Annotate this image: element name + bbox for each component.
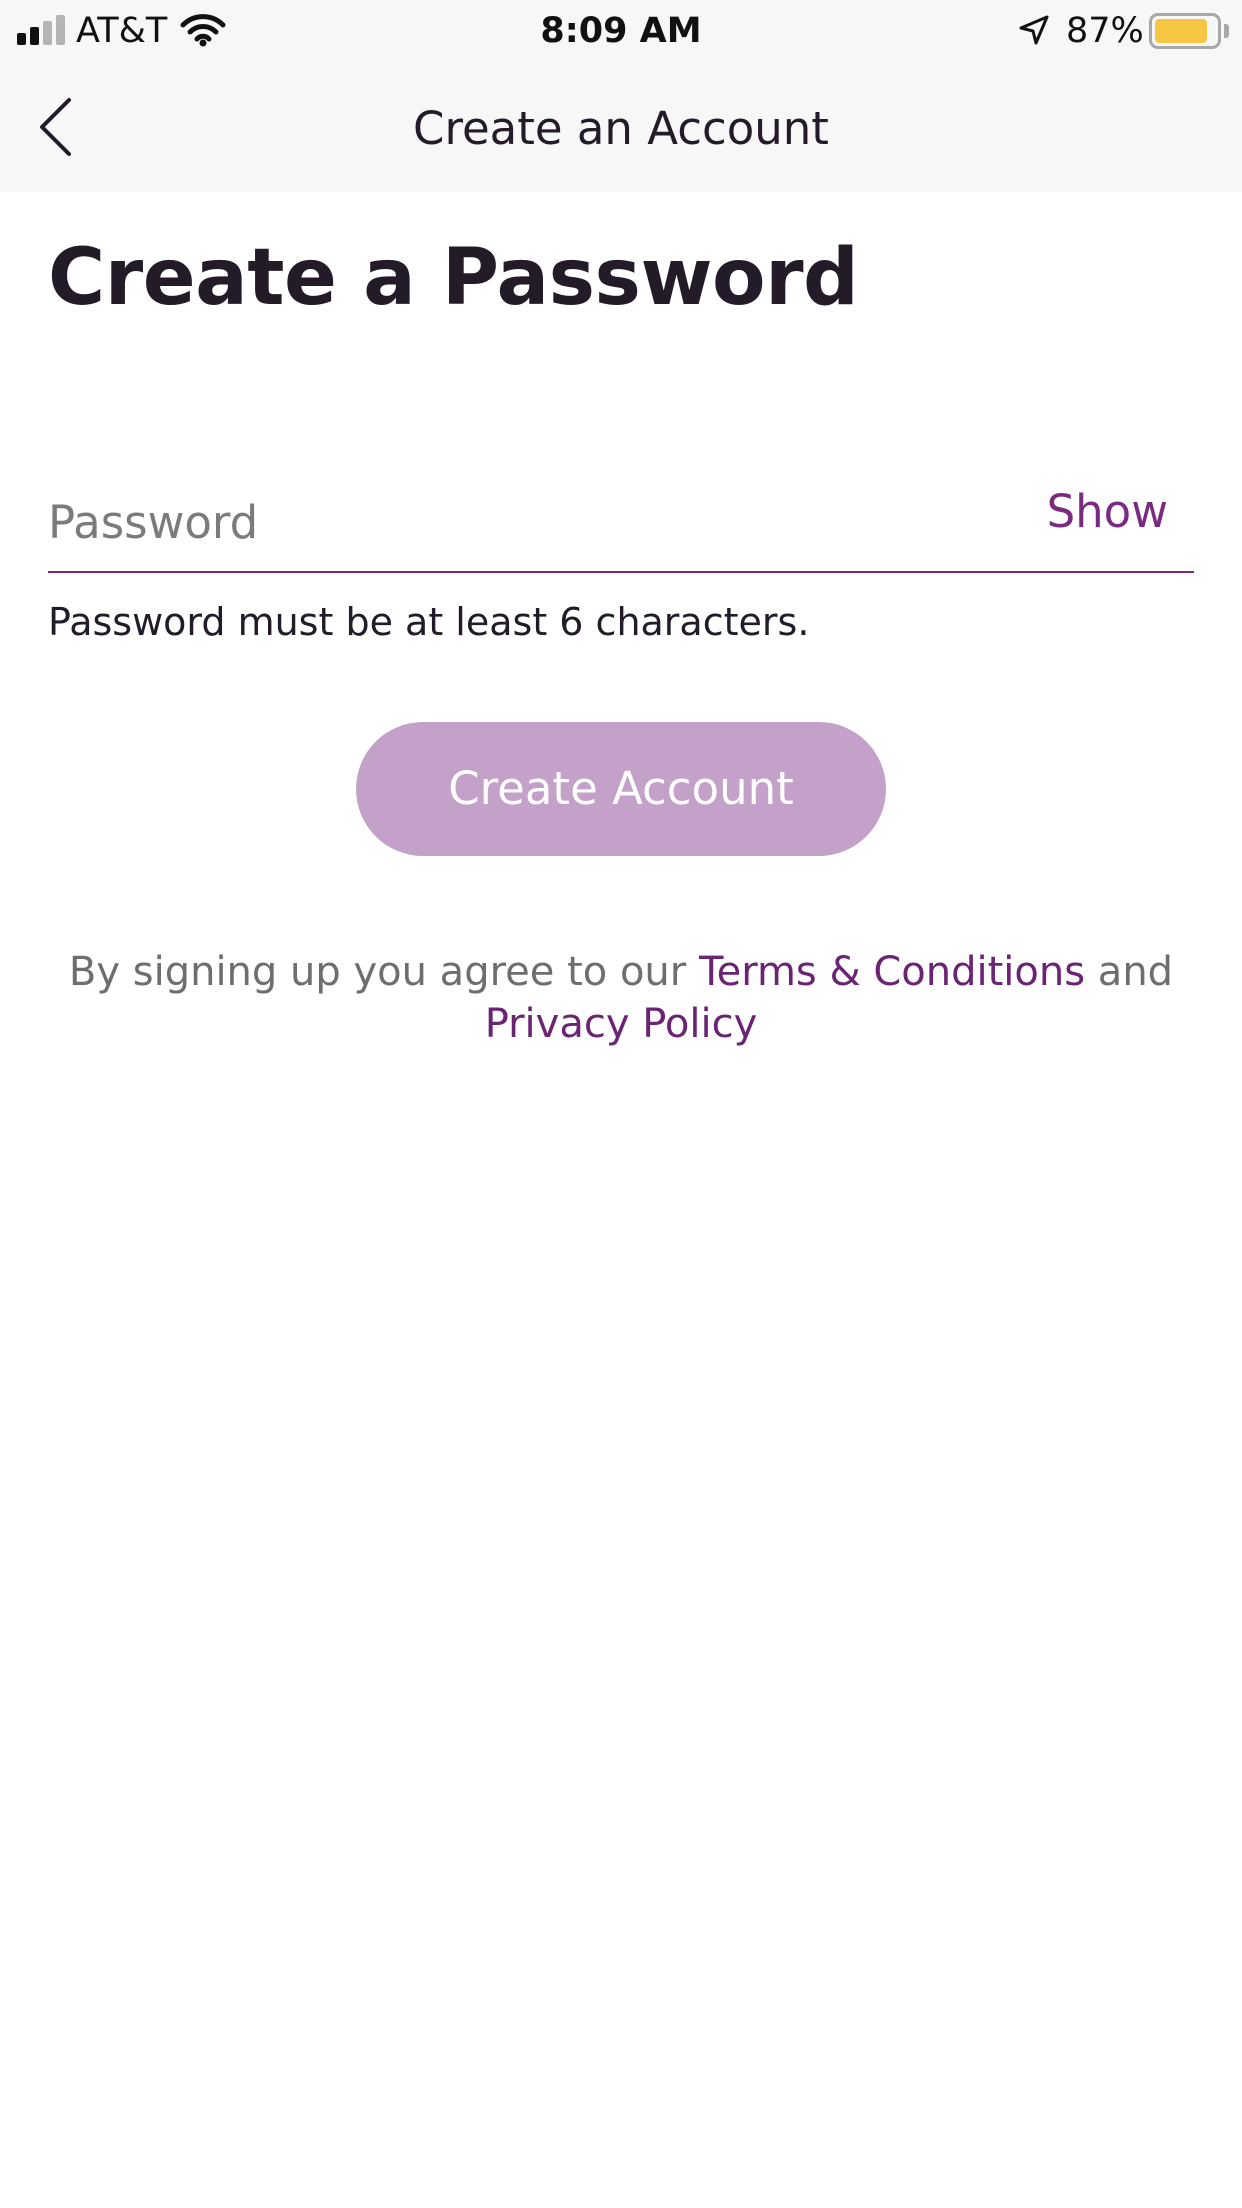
battery-fill bbox=[1155, 19, 1208, 43]
show-password-toggle[interactable]: Show bbox=[1047, 480, 1168, 544]
password-hint: Password must be at least 6 characters. bbox=[48, 600, 810, 644]
navigation-bar: Create an Account bbox=[0, 62, 1242, 192]
nav-title: Create an Account bbox=[413, 102, 829, 155]
battery-icon bbox=[1149, 13, 1221, 49]
page-title: Create a Password bbox=[48, 233, 859, 323]
create-account-button[interactable]: Create Account bbox=[356, 722, 886, 856]
legal-prefix: By signing up you agree to our bbox=[68, 949, 699, 995]
password-field: Show bbox=[48, 470, 1194, 573]
battery-percent: 87% bbox=[1066, 11, 1144, 51]
legal-notice: By signing up you agree to our Terms & C… bbox=[60, 946, 1182, 1050]
battery-tip bbox=[1224, 24, 1229, 38]
password-input[interactable] bbox=[48, 490, 1008, 554]
legal-joiner: and bbox=[1085, 949, 1174, 995]
terms-link[interactable]: Terms & Conditions bbox=[699, 949, 1085, 995]
status-time: 8:09 AM bbox=[540, 11, 702, 51]
privacy-policy-link[interactable]: Privacy Policy bbox=[485, 1001, 758, 1047]
location-arrow-icon bbox=[1018, 14, 1050, 50]
status-bar: AT&T 8:09 AM 87% bbox=[0, 0, 1242, 62]
